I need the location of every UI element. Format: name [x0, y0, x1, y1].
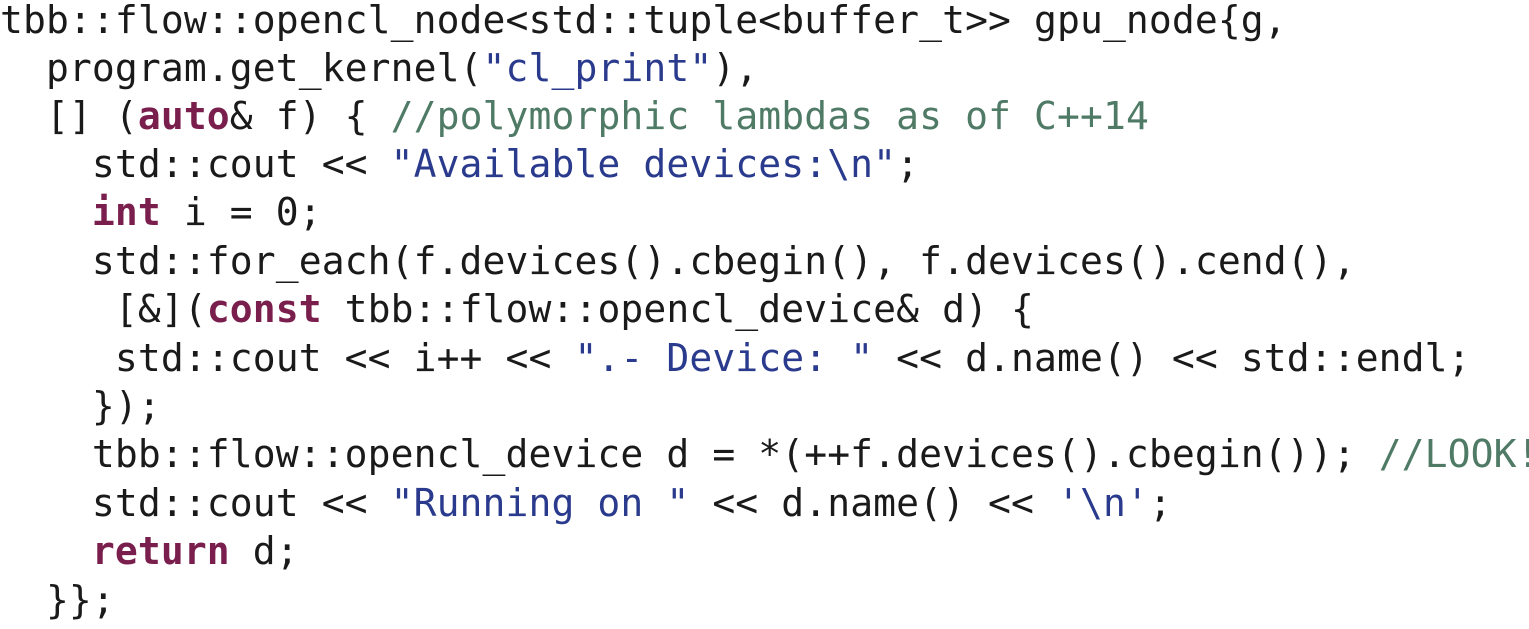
code-token-comment: //LOOK! [1378, 432, 1529, 476]
code-token-plain: & f) { [229, 94, 391, 138]
code-line: std::cout << "Running on " << d.name() <… [0, 479, 1172, 528]
code-token-plain: ; [1148, 481, 1172, 525]
code-token-plain: tbb::flow::opencl_device d = *(++f.devic… [0, 432, 1379, 476]
code-token-plain: std::for_each(f.devices().cbegin(), f.de… [0, 239, 1356, 283]
code-token-string: '\n' [1057, 481, 1149, 525]
code-token-plain: tbb::flow::opencl_node<std::tuple<buffer… [0, 0, 1287, 42]
code-token-plain: ), [712, 46, 759, 90]
code-token-keyword: auto [137, 94, 230, 138]
code-line: std::cout << i++ << ".- Device: " << d.n… [0, 334, 1471, 383]
code-line: }); [0, 382, 161, 431]
code-line: program.get_kernel("cl_print"), [0, 44, 758, 93]
code-token-keyword: return [91, 529, 230, 573]
code-token-string: "cl_print" [482, 46, 713, 90]
code-token-plain: ; [896, 142, 920, 186]
code-token-string: "Available devices:\n" [390, 142, 897, 186]
code-token-plain: program.get_kernel( [0, 46, 483, 90]
code-token-comment: //polymorphic lambdas as of C++14 [390, 94, 1149, 138]
code-token-plain: std::cout << [0, 142, 391, 186]
code-token-plain: }}; [0, 578, 115, 622]
code-line: [&](const tbb::flow::opencl_device& d) { [0, 285, 1034, 334]
code-line: std::cout << "Available devices:\n"; [0, 140, 919, 189]
code-token-plain: << d.name() << std::endl; [873, 336, 1471, 380]
code-token-plain: std::cout << [0, 481, 391, 525]
code-token-plain: i = 0; [160, 190, 322, 234]
code-token-plain: [&]( [0, 287, 207, 331]
code-line: std::for_each(f.devices().cbegin(), f.de… [0, 237, 1356, 286]
code-line: tbb::flow::opencl_device d = *(++f.devic… [0, 430, 1529, 479]
code-token-plain: }); [0, 384, 161, 428]
code-line: return d; [0, 527, 299, 576]
code-listing: tbb::flow::opencl_node<std::tuple<buffer… [0, 0, 1529, 629]
code-line: tbb::flow::opencl_node<std::tuple<buffer… [0, 0, 1287, 45]
code-line: }}; [0, 576, 115, 625]
code-token-keyword: int [91, 190, 161, 234]
code-token-keyword: const [206, 287, 322, 331]
code-token-string: ".- Device: " [574, 336, 874, 380]
code-token-plain: std::cout << i++ << [0, 336, 575, 380]
code-token-plain: d; [229, 529, 299, 573]
code-token-plain: << d.name() << [689, 481, 1057, 525]
code-line: [] (auto& f) { //polymorphic lambdas as … [0, 92, 1149, 141]
code-token-plain: [] ( [0, 94, 138, 138]
code-token-plain: tbb::flow::opencl_device& d) { [321, 287, 1035, 331]
code-token-string: "Running on " [390, 481, 690, 525]
code-line: int i = 0; [0, 188, 322, 237]
